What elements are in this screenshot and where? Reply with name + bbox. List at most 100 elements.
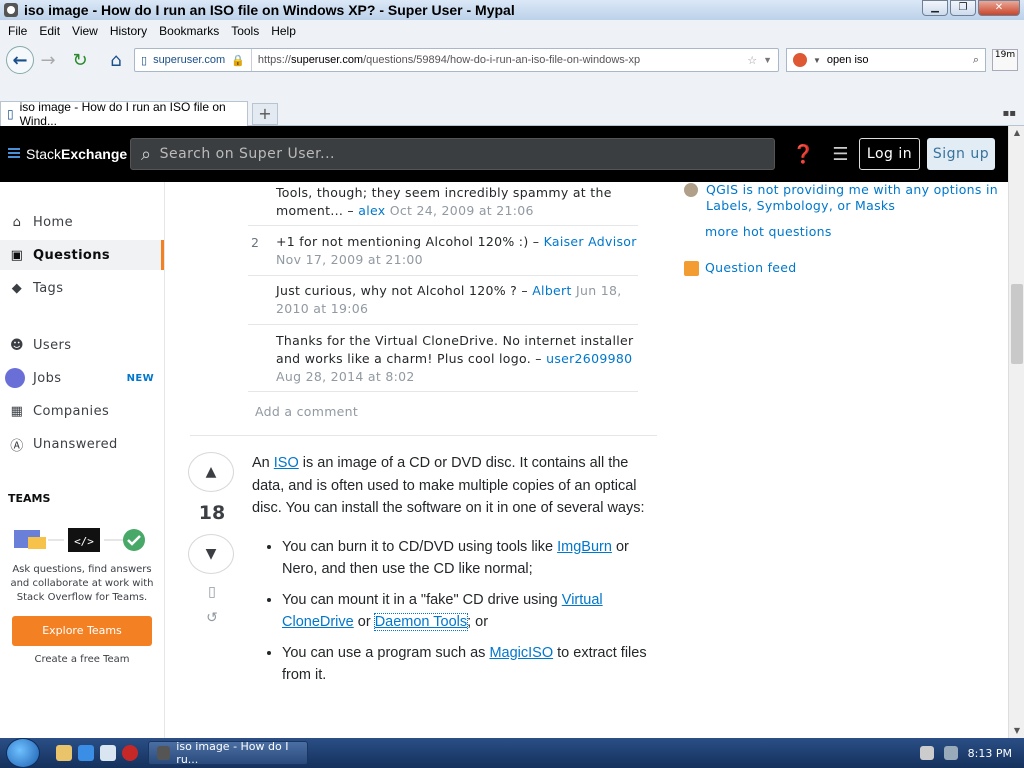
sidebar-item-home[interactable]: ⌂ Home [0,207,164,237]
bookmark-icon[interactable]: ▯ [188,584,236,600]
scroll-up-icon[interactable]: ▲ [1009,126,1024,140]
hot-question-link[interactable]: QGIS is not providing me with any option… [706,182,1004,214]
site-identity-label: superuser.com [153,54,226,66]
logo-text: StackExchange [26,146,127,162]
magiciso-link[interactable]: MagicISO [489,645,553,661]
url-text[interactable]: https://superuser.com/questions/59894/ho… [252,54,747,66]
explore-teams-button[interactable]: Explore Teams [12,616,152,646]
vertical-scrollbar[interactable]: ▲ ▼ [1008,126,1024,738]
help-icon[interactable]: ❓ [792,144,814,165]
url-dropdown-icon[interactable]: ▼ [763,55,772,65]
vote-count: 18 [198,502,226,524]
menu-bar: File Edit View History Bookmarks Tools H… [0,20,1024,42]
scroll-down-icon[interactable]: ▼ [1009,724,1024,738]
history-icon[interactable]: ↺ [188,610,236,626]
logo-suffix: Exchange [61,146,128,162]
tray-icon[interactable] [943,746,958,760]
window-titlebar[interactable]: iso image - How do I run an ISO file on … [0,0,1024,20]
comment-user-link[interactable]: alex [358,203,385,218]
windows-taskbar: iso image - How do I ru... 8:13 PM [0,738,1024,768]
create-free-team-link[interactable]: Create a free Team [12,654,152,665]
menu-file[interactable]: File [8,24,27,38]
menu-tools[interactable]: Tools [231,24,259,38]
search-icon[interactable]: ⌕ [973,54,979,67]
tab-list-icon[interactable]: ▪▪ [1002,108,1016,119]
daemon-tools-link[interactable]: Daemon Tools [373,613,469,631]
more-hot-questions: more hot questions [705,224,1004,240]
answer-text: You can use a program such as [282,644,490,661]
sidebar-item-tags[interactable]: ◆ Tags [0,273,164,303]
question-feed[interactable]: Question feed [684,260,1004,276]
clock[interactable]: 8:13 PM [968,747,1012,760]
answer-body: An ISO is an image of a CD or DVD disc. … [252,452,647,695]
rss-icon [684,260,699,276]
browser-app-icon [4,3,18,17]
time-counter-value: 19m [994,50,1016,60]
back-button[interactable]: ← [6,46,34,74]
opera-icon[interactable] [122,745,138,761]
reload-button[interactable]: ↻ [66,46,94,74]
home-button[interactable]: ⌂ [102,46,130,74]
menu-edit[interactable]: Edit [39,24,60,38]
code-brackets-icon: </> [74,535,94,548]
comment-date[interactable]: Oct 24, 2009 at 21:06 [390,203,534,218]
comment-date[interactable]: Aug 28, 2014 at 8:02 [276,369,415,384]
site-identity[interactable]: ▯ superuser.com 🔒 [135,49,252,71]
comment-user-link[interactable]: user2609980 [546,351,632,366]
companies-icon: ▦ [10,403,24,419]
stackexchange-logo[interactable]: StackExchange [8,146,127,162]
taskbar-window-label: iso image - How do I ru... [176,740,289,766]
site-switcher-icon[interactable]: ☰ [832,144,848,165]
menu-help[interactable]: Help [271,24,296,38]
login-button[interactable]: Log in [859,138,920,170]
forward-button[interactable]: → [34,46,62,74]
time-counter[interactable]: 19m [992,49,1018,71]
comment-date[interactable]: Nov 17, 2009 at 21:00 [276,252,423,267]
hot-question-item[interactable]: QGIS is not providing me with any option… [684,182,1004,214]
quick-launch-icon[interactable] [56,745,72,761]
comment-user-link[interactable]: Kaiser Advisor [544,234,637,249]
tab-active[interactable]: ▯ iso image - How do I run an ISO file o… [0,100,248,128]
menu-view[interactable]: View [72,24,98,38]
address-bar[interactable]: ▯ superuser.com 🔒 https://superuser.com/… [134,48,779,72]
internet-explorer-icon[interactable] [78,745,94,761]
taskbar-window-button[interactable]: iso image - How do I ru... [148,740,308,766]
start-button[interactable] [6,738,40,768]
sidebar-item-unanswered[interactable]: Ⓐ Unanswered [0,429,164,459]
questions-icon: ▣ [10,247,24,263]
new-badge: NEW [126,372,154,384]
comment-user-link[interactable]: Albert [532,283,572,298]
signup-button[interactable]: Sign up [927,138,995,170]
add-comment-link[interactable]: Add a comment [255,404,358,419]
sidebar-item-users[interactable]: ☻ Users [0,330,164,360]
menu-bookmarks[interactable]: Bookmarks [159,24,219,38]
tab-label: iso image - How do I run an ISO file on … [19,100,226,128]
sidebar-item-questions[interactable]: ▣ Questions [0,240,164,270]
search-input[interactable]: open iso [827,54,967,66]
search-bar[interactable]: ▼ open iso ⌕ [786,48,986,72]
duckduckgo-icon[interactable] [793,53,807,67]
url-scheme: https:// [257,54,291,66]
sidebar-item-companies[interactable]: ▦ Companies [0,396,164,426]
maximize-button[interactable]: ❐ [950,0,976,16]
upvote-button[interactable]: ▲ [188,452,234,492]
question-feed-link[interactable]: Question feed [705,260,797,276]
scrollbar-thumb[interactable] [1011,284,1023,364]
bookmark-star-icon[interactable]: ☆ [747,54,757,67]
more-hot-questions-link[interactable]: more hot questions [705,224,832,239]
close-button[interactable]: ✕ [978,0,1020,16]
explorer-icon[interactable] [100,745,116,761]
sidebar-item-label: Users [33,337,72,353]
comment-body: +1 for not mentioning Alcohol 120% :) – … [276,233,638,269]
search-engine-dropdown-icon[interactable]: ▼ [813,56,821,65]
teams-illustration: </> [14,528,145,552]
iso-link[interactable]: ISO [274,455,299,471]
downvote-button[interactable]: ▼ [188,534,234,574]
imgburn-link[interactable]: ImgBurn [557,539,612,555]
minimize-button[interactable]: ▁ [922,0,948,16]
tray-icon[interactable] [919,746,934,760]
sidebar-item-jobs[interactable]: Jobs NEW [0,363,164,393]
new-tab-button[interactable]: + [252,103,278,125]
site-search-input[interactable]: ⌕ Search on Super User... [130,138,775,170]
menu-history[interactable]: History [110,24,147,38]
